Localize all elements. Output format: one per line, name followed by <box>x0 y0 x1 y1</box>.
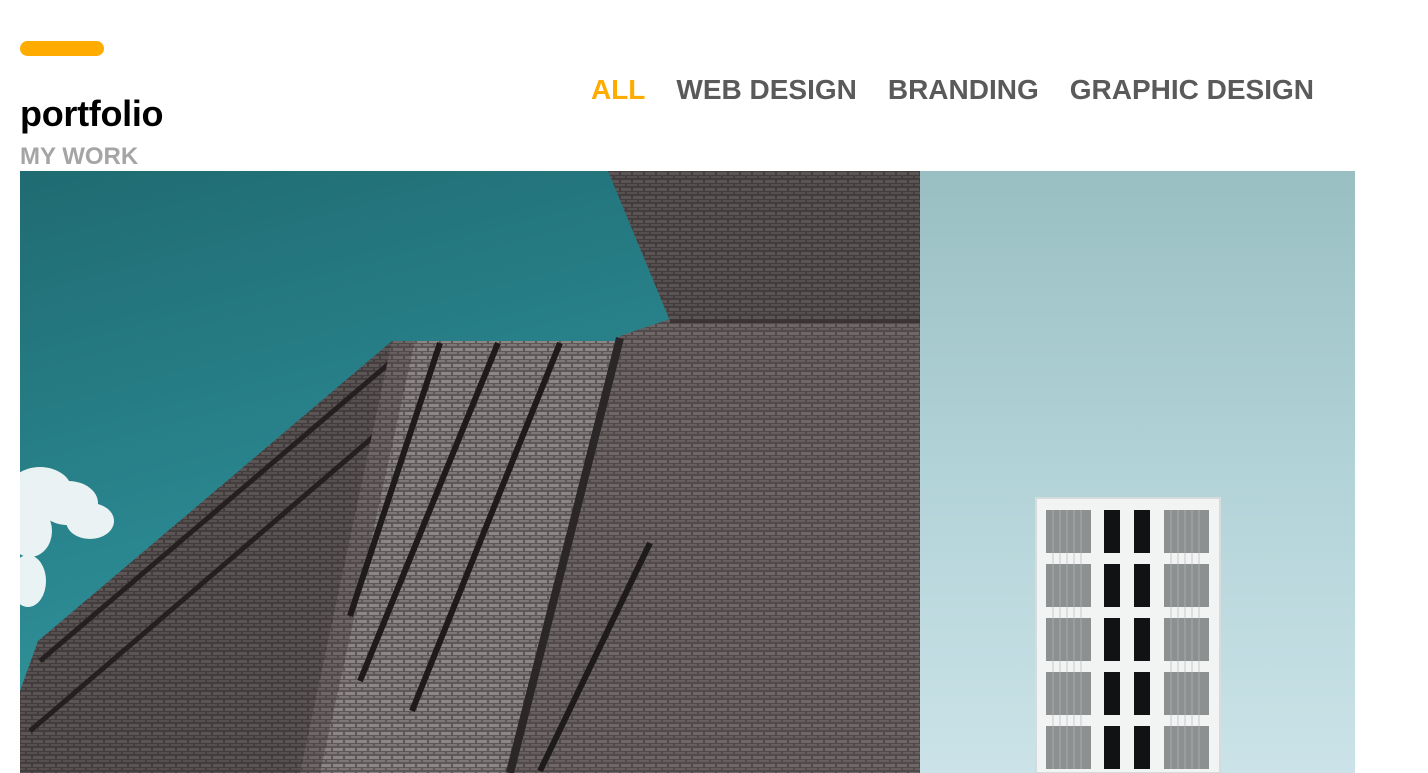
portfolio-gallery <box>20 171 1355 773</box>
white-window-building-image <box>920 171 1355 773</box>
page-subtitle: MY WORK <box>20 143 139 170</box>
brick-building-image <box>20 171 920 773</box>
filter-all[interactable]: ALL <box>591 73 645 107</box>
portfolio-item-white-window-building[interactable] <box>920 171 1355 773</box>
page-title: portfolio <box>20 93 164 134</box>
portfolio-page: portfolio MY WORK ALL WEB DESIGN BRANDIN… <box>0 0 1428 773</box>
accent-bar <box>20 41 104 56</box>
portfolio-filter-nav: ALL WEB DESIGN BRANDING GRAPHIC DESIGN <box>591 73 1314 107</box>
filter-branding[interactable]: BRANDING <box>888 73 1039 107</box>
filter-web-design[interactable]: WEB DESIGN <box>676 73 856 107</box>
portfolio-item-brick-building[interactable] <box>20 171 920 773</box>
filter-graphic-design[interactable]: GRAPHIC DESIGN <box>1070 73 1314 107</box>
